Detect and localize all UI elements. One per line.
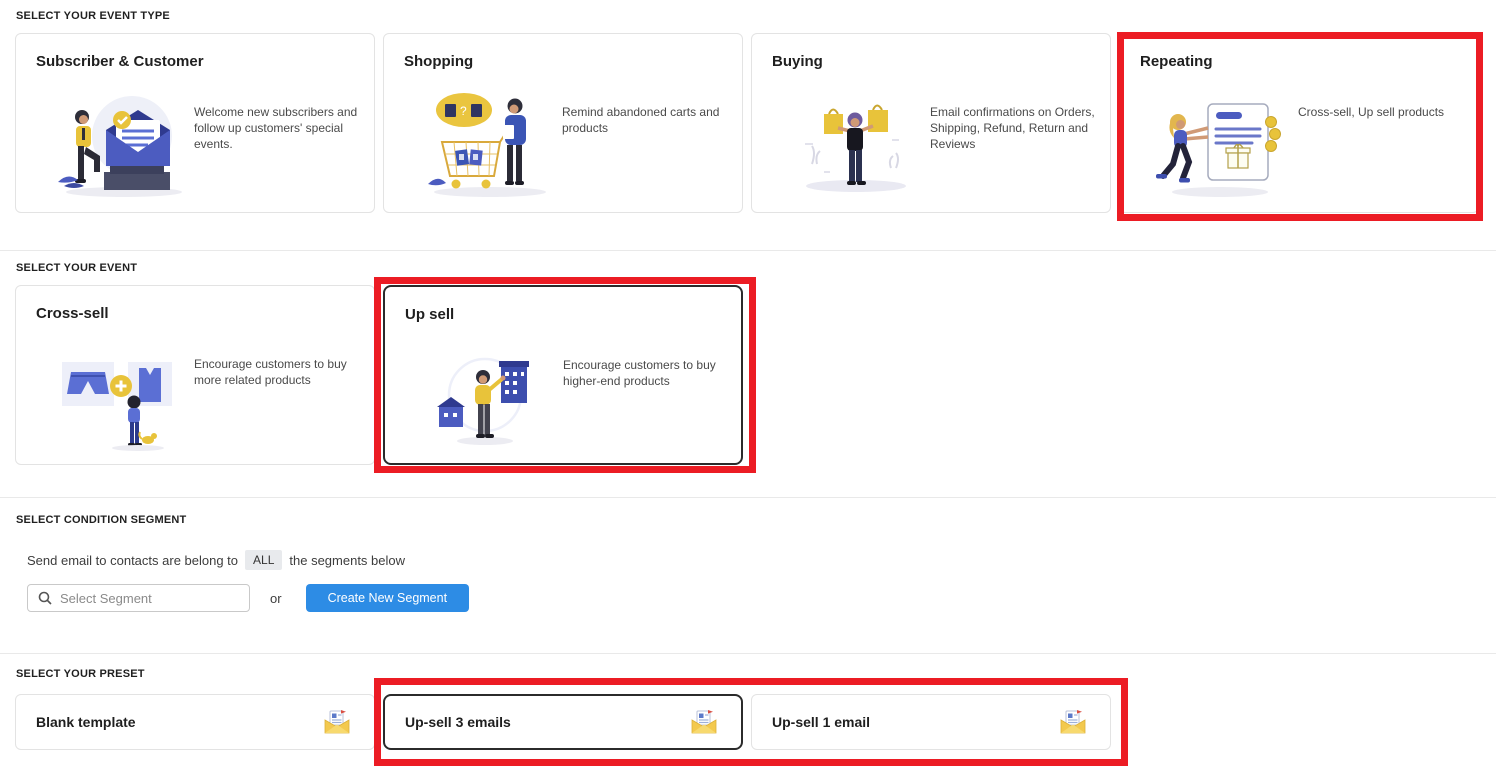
- card-description: Welcome new subscribers and follow up cu…: [194, 104, 372, 152]
- card-title: Buying: [772, 53, 823, 70]
- automation-event-selection-page: SELECT YOUR EVENT TYPE Subscriber & Cust…: [0, 0, 1496, 781]
- card-title: Subscriber & Customer: [36, 53, 204, 70]
- event-type-card-row: Subscriber & Customer: [15, 33, 1479, 213]
- preset-card-row: Blank template Up-sell 3 emails: [15, 694, 1111, 750]
- event-card-cross-sell[interactable]: Cross-sell Encourage custom: [15, 285, 375, 465]
- preset-section-label: SELECT YOUR PRESET: [16, 668, 145, 680]
- preset-title: Up-sell 1 email: [772, 714, 870, 730]
- shopping-bags-illustration: [780, 84, 930, 202]
- event-type-card-subscriber-customer[interactable]: Subscriber & Customer: [15, 33, 375, 213]
- card-description: Email confirmations on Orders, Shipping,…: [930, 104, 1108, 152]
- email-template-icon: [1060, 710, 1086, 734]
- card-title: Cross-sell: [36, 305, 109, 322]
- event-type-card-buying[interactable]: Buying Email confirmations on Orders: [751, 33, 1111, 213]
- section-divider: [0, 497, 1496, 498]
- preset-title: Up-sell 3 emails: [405, 714, 511, 730]
- or-label: or: [270, 591, 282, 606]
- card-description: Encourage customers to buy more related …: [194, 356, 372, 388]
- condition-segment-section-label: SELECT CONDITION SEGMENT: [16, 514, 186, 526]
- section-divider: [0, 250, 1496, 251]
- preset-card-up-sell-1-email[interactable]: Up-sell 1 email: [751, 694, 1111, 750]
- segment-controls-row: or Create New Segment: [27, 584, 469, 612]
- gift-list-illustration: [1148, 84, 1298, 202]
- card-description: Cross-sell, Up sell products: [1298, 104, 1476, 120]
- segment-match-mode-badge[interactable]: ALL: [245, 550, 282, 570]
- subscriber-envelope-illustration: [44, 84, 194, 202]
- clothes-pairing-illustration: [44, 336, 194, 454]
- segment-condition-sentence: Send email to contacts are belong to ALL…: [27, 550, 405, 570]
- preset-card-blank-template[interactable]: Blank template: [15, 694, 375, 750]
- card-title: Shopping: [404, 53, 473, 70]
- sentence-prefix: Send email to contacts are belong to: [27, 553, 238, 568]
- event-card-up-sell[interactable]: Up sell: [383, 285, 743, 465]
- card-title: Up sell: [405, 306, 454, 323]
- preset-card-up-sell-3-emails[interactable]: Up-sell 3 emails: [383, 694, 743, 750]
- svg-text:?: ?: [460, 104, 467, 118]
- create-new-segment-button[interactable]: Create New Segment: [306, 584, 470, 612]
- shopping-cart-illustration: ?: [412, 84, 562, 202]
- card-description: Remind abandoned carts and products: [562, 104, 740, 136]
- event-section-label: SELECT YOUR EVENT: [16, 262, 137, 274]
- card-title: Repeating: [1140, 53, 1213, 70]
- sentence-suffix: the segments below: [289, 553, 405, 568]
- event-card-row: Cross-sell Encourage custom: [15, 285, 743, 465]
- segment-select-field[interactable]: [27, 584, 250, 612]
- search-icon: [38, 591, 52, 605]
- segment-search-input[interactable]: [60, 591, 230, 606]
- email-template-icon: [324, 710, 350, 734]
- card-description: Encourage customers to buy higher-end pr…: [563, 357, 741, 389]
- section-divider: [0, 653, 1496, 654]
- event-type-card-shopping[interactable]: Shopping ?: [383, 33, 743, 213]
- email-template-icon: [691, 710, 717, 734]
- event-type-card-repeating[interactable]: Repeating: [1119, 33, 1479, 213]
- preset-title: Blank template: [36, 714, 136, 730]
- buildings-upgrade-illustration: [413, 337, 563, 455]
- event-type-section-label: SELECT YOUR EVENT TYPE: [16, 10, 170, 22]
